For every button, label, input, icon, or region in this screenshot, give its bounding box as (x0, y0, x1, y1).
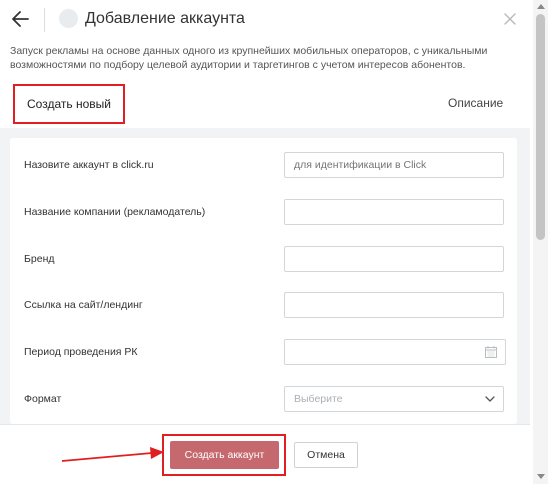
brand-label: Бренд (24, 253, 55, 265)
calendar-icon[interactable] (485, 346, 497, 358)
footer-divider (0, 424, 530, 425)
form-card (10, 138, 517, 424)
site-link-label: Ссылка на сайт/лендинг (24, 299, 143, 311)
account-logo-icon (59, 9, 78, 28)
company-name-input[interactable] (284, 199, 504, 225)
form-row-site-link: Ссылка на сайт/лендинг (10, 292, 517, 320)
tab-create-new[interactable]: Создать новый (13, 84, 125, 124)
form-row-format: Формат Выберите (10, 386, 517, 414)
scroll-up-arrow-icon[interactable] (537, 4, 545, 9)
company-name-label: Название компании (рекламодатель) (24, 206, 206, 218)
account-description: Запуск рекламы на основе данных одного и… (10, 45, 488, 71)
format-select-placeholder: Выберите (294, 393, 343, 405)
format-label: Формат (24, 393, 62, 405)
format-select[interactable]: Выберите (284, 386, 504, 412)
form-row-account-name: Назовите аккаунт в click.ru (10, 152, 517, 180)
modal-header: Добавление аккаунта (0, 0, 530, 40)
campaign-period-label: Период проведения РК (24, 346, 138, 358)
form-row-period: Период проведения РК (10, 339, 517, 367)
scroll-down-arrow-icon[interactable] (537, 474, 545, 479)
site-link-input[interactable] (284, 292, 504, 318)
chevron-down-icon (485, 396, 495, 402)
form-row-brand: Бренд (10, 246, 517, 274)
modal-title: Добавление аккаунта (85, 10, 245, 27)
account-name-input[interactable] (284, 152, 504, 178)
back-arrow-icon[interactable] (10, 8, 32, 30)
brand-input[interactable] (284, 246, 504, 272)
form-row-company: Название компании (рекламодатель) (10, 199, 517, 227)
campaign-period-datepicker[interactable] (284, 339, 506, 365)
close-icon[interactable] (503, 12, 517, 26)
tab-description[interactable]: Описание (448, 96, 503, 110)
header-divider (44, 8, 45, 32)
tab-bar: Создать новый Описание (0, 84, 530, 124)
account-name-label: Назовите аккаунт в click.ru (24, 159, 154, 171)
scroll-thumb[interactable] (536, 14, 545, 240)
create-account-button[interactable]: Создать аккаунт (170, 441, 279, 469)
cancel-button[interactable]: Отмена (294, 442, 358, 468)
red-arrow-annotation (61, 447, 164, 462)
scrollbar[interactable] (533, 0, 548, 484)
